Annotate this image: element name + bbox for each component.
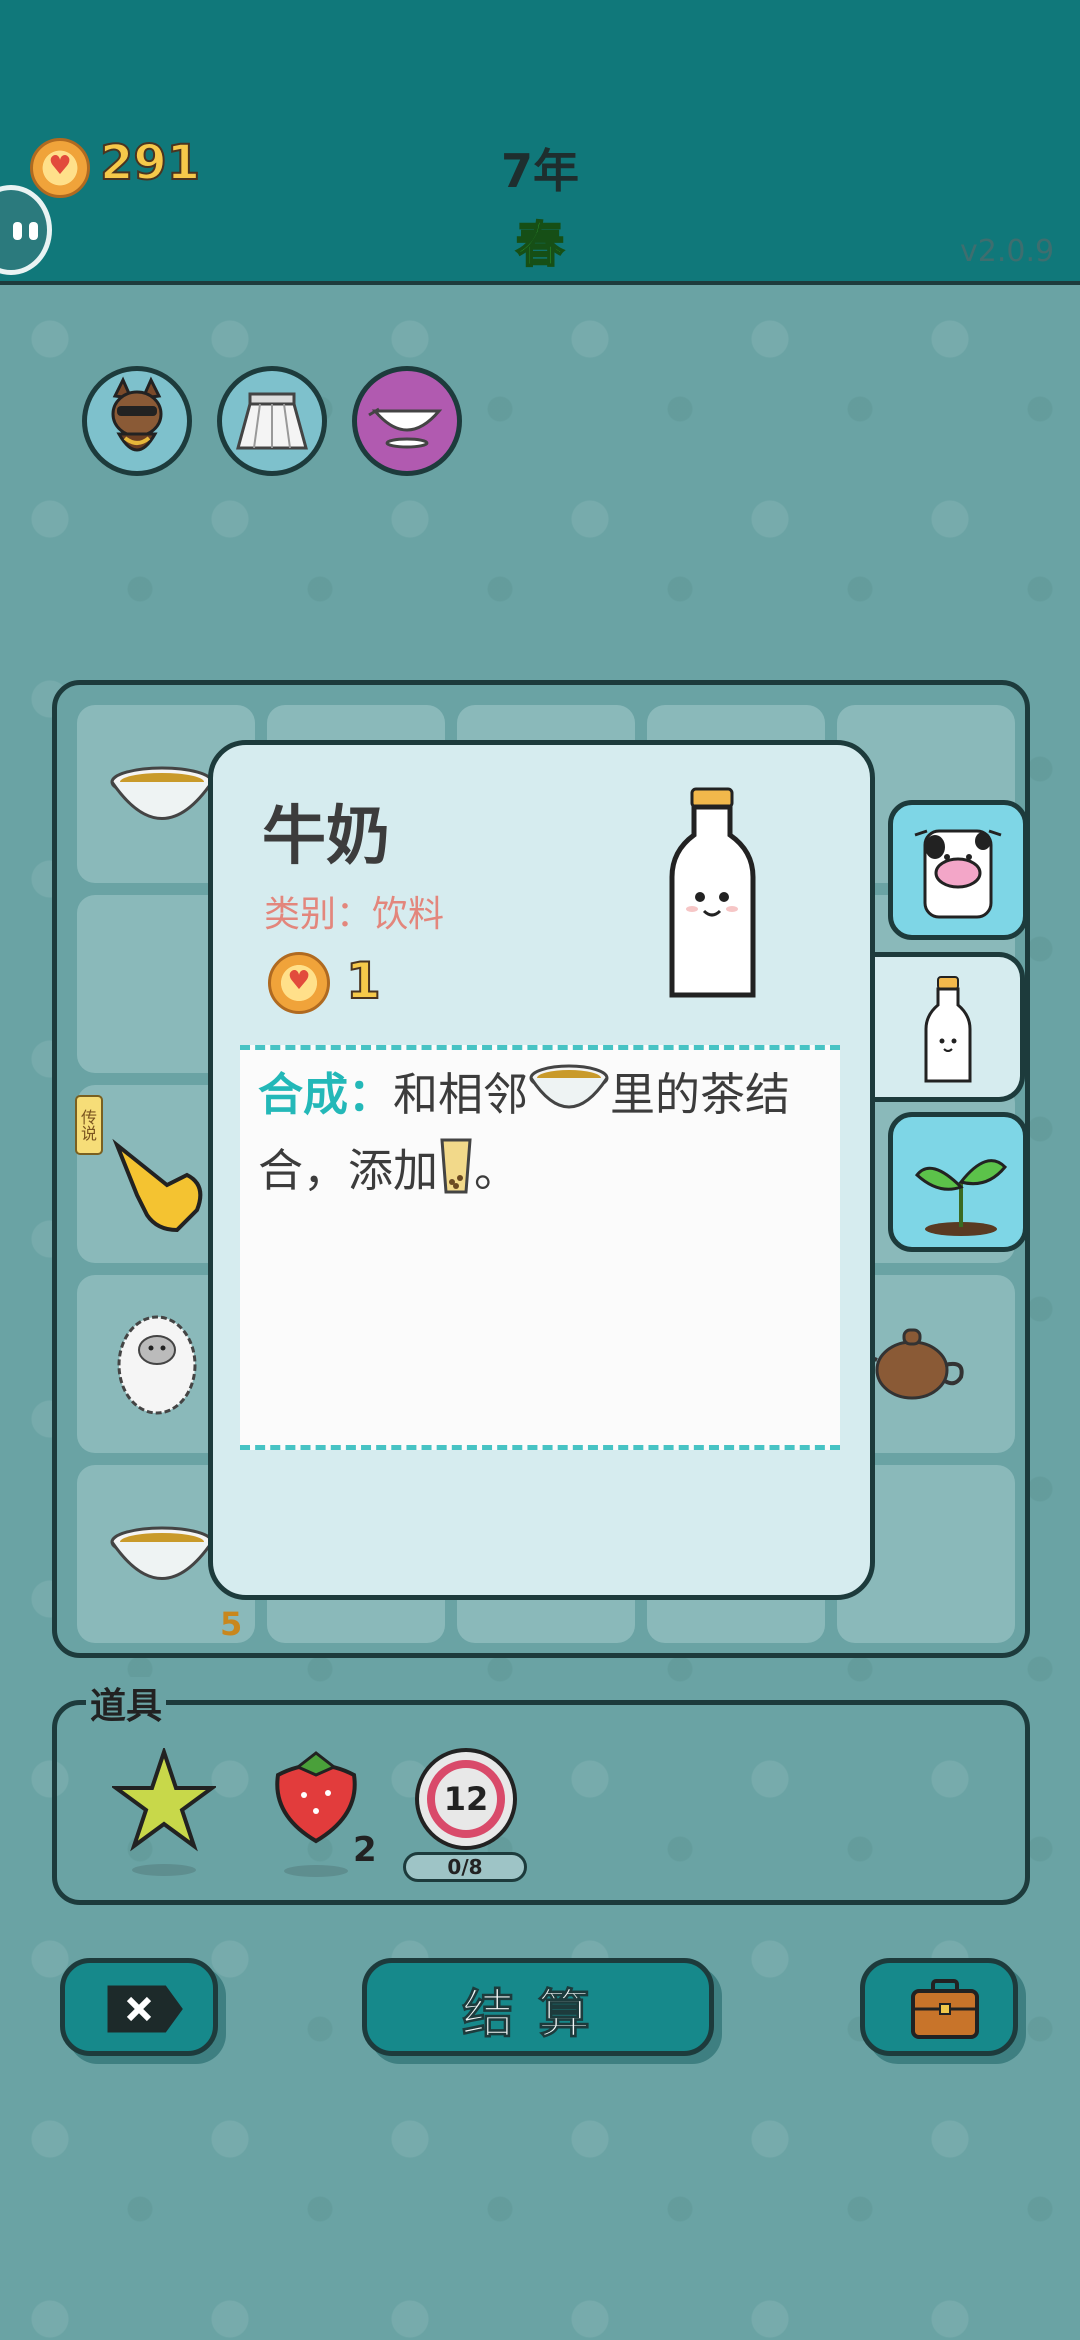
strawberry-count: 2 [353, 1830, 377, 1870]
briefcase-icon [911, 1979, 979, 2039]
legend-tag: 传说 [75, 1095, 103, 1155]
recipe-description: 合成：和相邻 里的茶结合，添加。 [258, 1060, 833, 1212]
strawberry-item-icon[interactable] [268, 1745, 364, 1884]
items-label: 道具 [86, 1677, 167, 1729]
coin-icon [268, 952, 330, 1014]
close-icon [107, 1985, 183, 2033]
item-value: 1 [345, 951, 382, 1011]
year-label: 7年 [500, 144, 579, 198]
tab-cow[interactable] [888, 800, 1028, 940]
milk-bottle-icon [660, 785, 765, 1004]
bubble-tea-cup-icon [438, 1136, 474, 1212]
recipe-label: 合成： [258, 1068, 394, 1121]
timer-progress: 0/8 [403, 1852, 527, 1882]
buff-skirt-icon[interactable] [217, 366, 327, 476]
tab-sprout[interactable] [888, 1112, 1028, 1252]
sheep-icon [117, 1315, 197, 1415]
buff-dog-icon[interactable] [82, 366, 192, 476]
pointing-hand-icon [112, 1138, 203, 1233]
sprout-icon [914, 1159, 1008, 1236]
milk-icon [924, 976, 972, 1083]
tea-bowl-icon [528, 1060, 610, 1136]
settle-button-label: 结算 [461, 1985, 614, 2046]
season-label: 春 [515, 216, 565, 274]
cow-icon [914, 829, 1002, 919]
item-name: 牛奶 [262, 800, 390, 874]
item-category: 类别：饮料 [264, 894, 445, 935]
timer-item-icon[interactable]: 12 [415, 1748, 517, 1850]
timer-number: 12 [443, 1780, 489, 1818]
recipe-text-part: 。 [474, 1144, 520, 1197]
tab-milk[interactable] [870, 952, 1025, 1102]
recipe-text-part: 和相邻 [393, 1068, 529, 1121]
coin-count: 291 [99, 134, 201, 192]
version-label: v2.0.9 [960, 234, 1055, 269]
cell-count-badge: 5 [220, 1605, 243, 1643]
star-item-icon[interactable] [109, 1745, 219, 1882]
bag-button[interactable] [860, 1958, 1018, 2056]
coin-icon [30, 138, 90, 198]
cancel-button[interactable] [60, 1958, 218, 2056]
buff-gravy-boat-icon[interactable] [352, 366, 462, 476]
